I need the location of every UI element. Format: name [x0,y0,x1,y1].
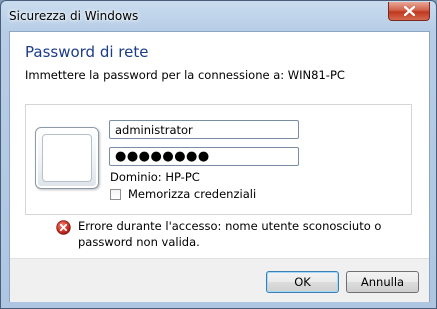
close-icon [403,6,415,16]
cancel-button[interactable]: Annulla [346,271,419,293]
remember-credentials-checkbox[interactable]: Memorizza credenziali [110,187,256,201]
title-bar[interactable]: Sicurezza di Windows [1,1,436,31]
error-message: Errore durante l'accesso: nome utente sc… [78,219,382,249]
credential-tile: ●●●●●●●● Dominio: HP-PC Memorizza creden… [25,104,412,215]
close-button[interactable] [388,2,430,21]
button-bar: OK Annulla [10,258,429,302]
ok-button[interactable]: OK [266,271,339,293]
dialog-heading: Password di rete [25,43,149,61]
domain-label: Dominio: HP-PC [110,170,200,184]
dialog-header: Password di rete Immettere la password p… [10,32,429,92]
username-input[interactable] [109,120,299,139]
error-icon [56,220,71,238]
dialog-subtitle: Immettere la password per la connessione… [25,68,345,82]
password-input[interactable]: ●●●●●●●● [109,147,299,166]
dialog-window: Sicurezza di Windows Password di rete Im… [0,0,437,309]
window-title: Sicurezza di Windows [9,9,139,23]
user-tile-icon [35,127,99,189]
checkbox-box[interactable] [110,188,121,200]
user-tile-frame [42,134,92,182]
dialog-client-area: Password di rete Immettere la password p… [9,31,430,302]
remember-credentials-label: Memorizza credenziali [128,187,257,201]
